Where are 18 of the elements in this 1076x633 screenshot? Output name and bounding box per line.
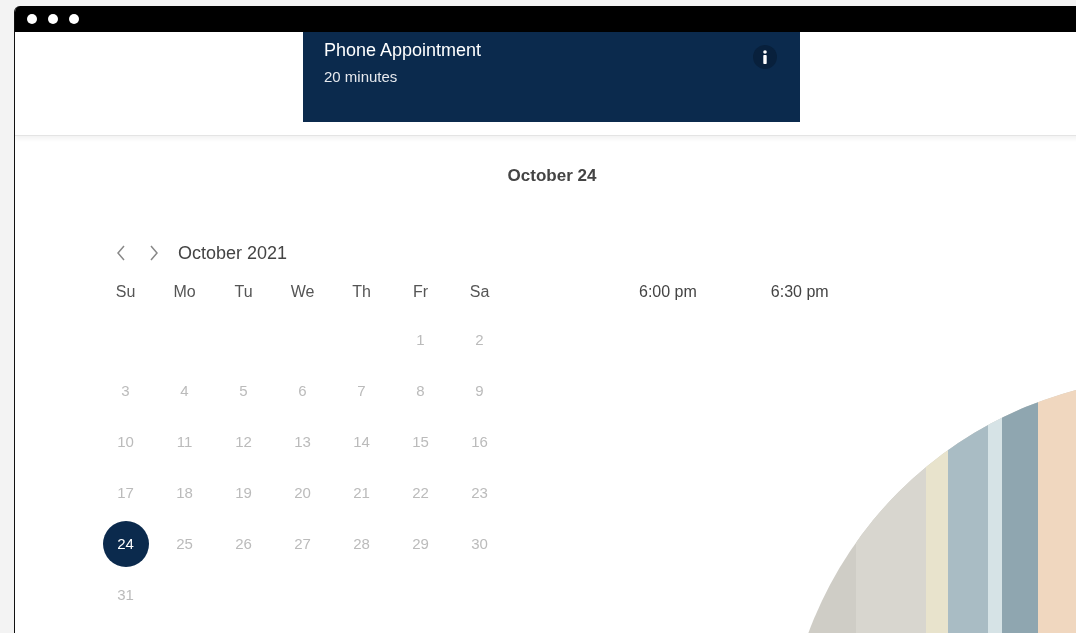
weekday-label: Fr	[412, 282, 429, 302]
time-slot[interactable]: 6:00 pm	[639, 281, 697, 303]
weekday-label: Sa	[469, 282, 490, 302]
appointment-title: Phone Appointment	[324, 40, 482, 61]
weekday-label: Th	[352, 282, 371, 302]
weekday-label: Mo	[173, 282, 196, 302]
weekday-label: We	[290, 282, 315, 302]
selected-date-heading: October 24	[506, 165, 598, 186]
weekday-label: Tu	[234, 282, 253, 302]
appointment-duration: 20 minutes	[324, 68, 399, 85]
next-month-icon[interactable]	[149, 245, 159, 261]
previous-month-icon[interactable]	[116, 245, 126, 261]
time-slot[interactable]: 6:30 pm	[770, 281, 829, 303]
window-dots-icon	[27, 14, 79, 24]
calendar-day[interactable]: 24	[102, 521, 149, 567]
info-icon[interactable]	[753, 45, 777, 69]
weekday-label: Su	[115, 282, 136, 302]
month-label: October 2021	[178, 242, 288, 264]
